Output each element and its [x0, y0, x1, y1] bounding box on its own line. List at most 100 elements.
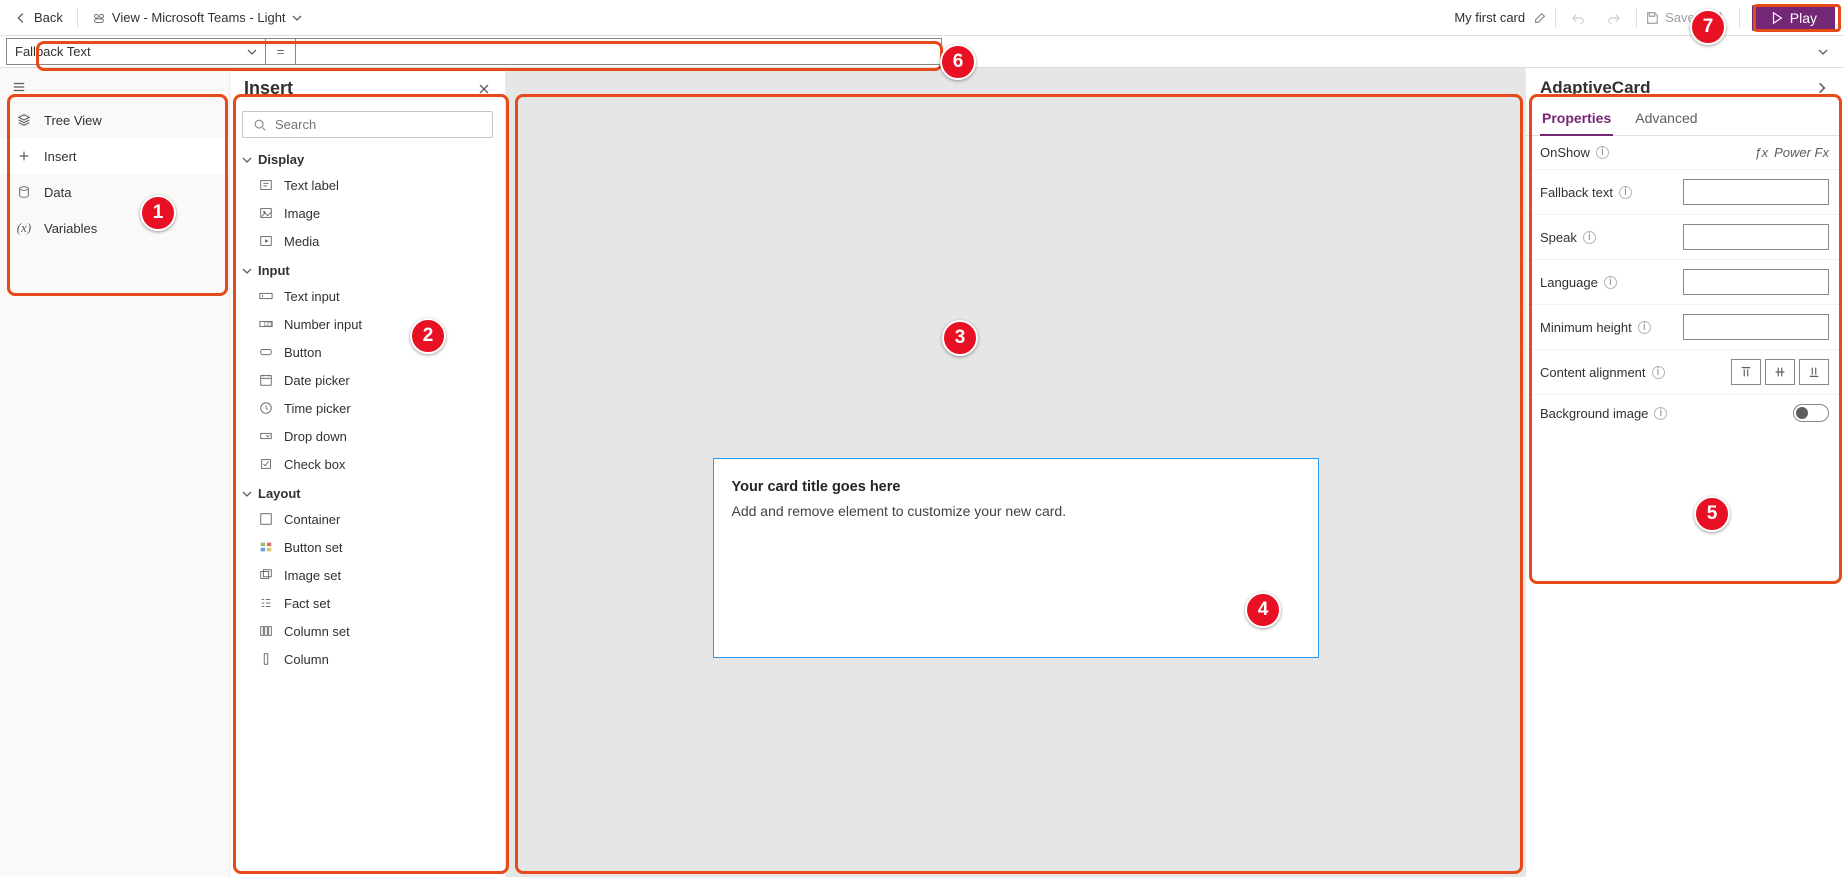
info-icon[interactable]: i	[1583, 231, 1596, 244]
code-braces-button[interactable]	[1703, 4, 1731, 32]
checkbox-icon	[258, 456, 274, 472]
canvas[interactable]: Your card title goes here Add and remove…	[506, 68, 1525, 877]
button-icon	[258, 344, 274, 360]
layers-icon	[16, 112, 32, 128]
item-fact-set[interactable]: Fact set	[242, 589, 505, 617]
item-label: Image	[284, 206, 320, 221]
fallback-text-input[interactable]	[1683, 179, 1829, 205]
insert-panel-title: Insert	[244, 78, 293, 99]
formula-input[interactable]	[296, 38, 942, 65]
save-button[interactable]: Save	[1645, 10, 1695, 25]
item-number-input[interactable]: 123 Number input	[242, 310, 505, 338]
align-middle-button[interactable]	[1765, 359, 1795, 385]
category-label: Layout	[258, 486, 301, 501]
divider	[1739, 8, 1740, 28]
chevron-down-icon	[247, 47, 257, 57]
property-select[interactable]: Fallback Text	[6, 38, 266, 65]
rail-data[interactable]: Data	[0, 174, 229, 210]
rail-item-label: Data	[44, 185, 71, 200]
divider	[1636, 8, 1637, 28]
calendar-icon	[258, 372, 274, 388]
item-date-picker[interactable]: Date picker	[242, 366, 505, 394]
item-label: Date picker	[284, 373, 350, 388]
info-icon[interactable]: i	[1654, 407, 1667, 420]
fx-icon: ƒx	[1754, 145, 1768, 160]
divider	[1555, 8, 1556, 28]
formula-equals[interactable]: =	[266, 38, 296, 65]
text-input-icon	[258, 288, 274, 304]
item-column-set[interactable]: Column set	[242, 617, 505, 645]
prop-onshow-label: OnShow	[1540, 145, 1590, 160]
item-label: Column	[284, 652, 329, 667]
insert-panel: Insert Display Text label Image	[230, 68, 506, 877]
prop-bgimage-label: Background image	[1540, 406, 1648, 421]
tab-advanced[interactable]: Advanced	[1633, 102, 1699, 135]
item-button[interactable]: Button	[242, 338, 505, 366]
info-icon[interactable]: i	[1638, 321, 1651, 334]
hamburger-button[interactable]	[0, 72, 229, 102]
onshow-value[interactable]: ƒx Power Fx	[1754, 145, 1829, 160]
redo-button[interactable]	[1600, 4, 1628, 32]
prop-minheight-label: Minimum height	[1540, 320, 1632, 335]
category-layout[interactable]: Layout	[230, 478, 505, 505]
item-drop-down[interactable]: Drop down	[242, 422, 505, 450]
insert-search[interactable]	[242, 111, 493, 138]
info-icon[interactable]: i	[1596, 146, 1609, 159]
insert-search-input[interactable]	[275, 117, 482, 132]
undo-button[interactable]	[1564, 4, 1592, 32]
info-icon[interactable]: i	[1604, 276, 1617, 289]
main-area: Tree View Insert Data (x) Variables Inse…	[0, 68, 1843, 877]
item-image-set[interactable]: Image set	[242, 561, 505, 589]
rail-variables[interactable]: (x) Variables	[0, 210, 229, 246]
arrow-left-icon	[14, 11, 28, 25]
tab-properties[interactable]: Properties	[1540, 102, 1613, 136]
chevron-right-icon[interactable]	[1815, 81, 1829, 95]
back-button[interactable]: Back	[8, 6, 69, 29]
back-label: Back	[34, 10, 63, 25]
rail-tree-view[interactable]: Tree View	[0, 102, 229, 138]
min-height-input[interactable]	[1683, 314, 1829, 340]
align-top-button[interactable]	[1731, 359, 1761, 385]
item-image[interactable]: Image	[242, 199, 505, 227]
speak-input[interactable]	[1683, 224, 1829, 250]
info-icon[interactable]: i	[1652, 366, 1665, 379]
rail-insert[interactable]: Insert	[0, 138, 229, 174]
item-column[interactable]: Column	[242, 645, 505, 673]
card-preview[interactable]: Your card title goes here Add and remove…	[713, 458, 1319, 658]
item-media[interactable]: Media	[242, 227, 505, 255]
item-label: Drop down	[284, 429, 347, 444]
category-input[interactable]: Input	[230, 255, 505, 282]
fact-set-icon	[258, 595, 274, 611]
edit-name-button[interactable]	[1533, 11, 1547, 25]
text-label-icon	[258, 177, 274, 193]
item-label: Text input	[284, 289, 340, 304]
category-display[interactable]: Display	[230, 144, 505, 171]
item-container[interactable]: Container	[242, 505, 505, 533]
item-time-picker[interactable]: Time picker	[242, 394, 505, 422]
bgimage-toggle[interactable]	[1793, 404, 1829, 422]
item-text-label[interactable]: Text label	[242, 171, 505, 199]
category-label: Input	[258, 263, 290, 278]
prop-speak-label: Speak	[1540, 230, 1577, 245]
item-button-set[interactable]: Button set	[242, 533, 505, 561]
item-check-box[interactable]: Check box	[242, 450, 505, 478]
formula-expand-button[interactable]	[1809, 38, 1837, 65]
rail-item-label: Tree View	[44, 113, 102, 128]
align-bottom-button[interactable]	[1799, 359, 1829, 385]
view-label: View - Microsoft Teams - Light	[112, 10, 286, 25]
item-text-input[interactable]: Text input	[242, 282, 505, 310]
item-label: Time picker	[284, 401, 351, 416]
item-label: Fact set	[284, 596, 330, 611]
view-selector[interactable]: View - Microsoft Teams - Light	[86, 6, 308, 29]
play-button[interactable]: Play	[1752, 5, 1835, 31]
button-set-icon	[258, 539, 274, 555]
item-label: Text label	[284, 178, 339, 193]
rail-item-label: Insert	[44, 149, 77, 164]
language-input[interactable]	[1683, 269, 1829, 295]
container-icon	[258, 511, 274, 527]
info-icon[interactable]: i	[1619, 186, 1632, 199]
top-toolbar: Back View - Microsoft Teams - Light My f…	[0, 0, 1843, 36]
variable-icon: (x)	[16, 220, 32, 236]
item-label: Image set	[284, 568, 341, 583]
close-insert-panel[interactable]	[477, 82, 491, 96]
